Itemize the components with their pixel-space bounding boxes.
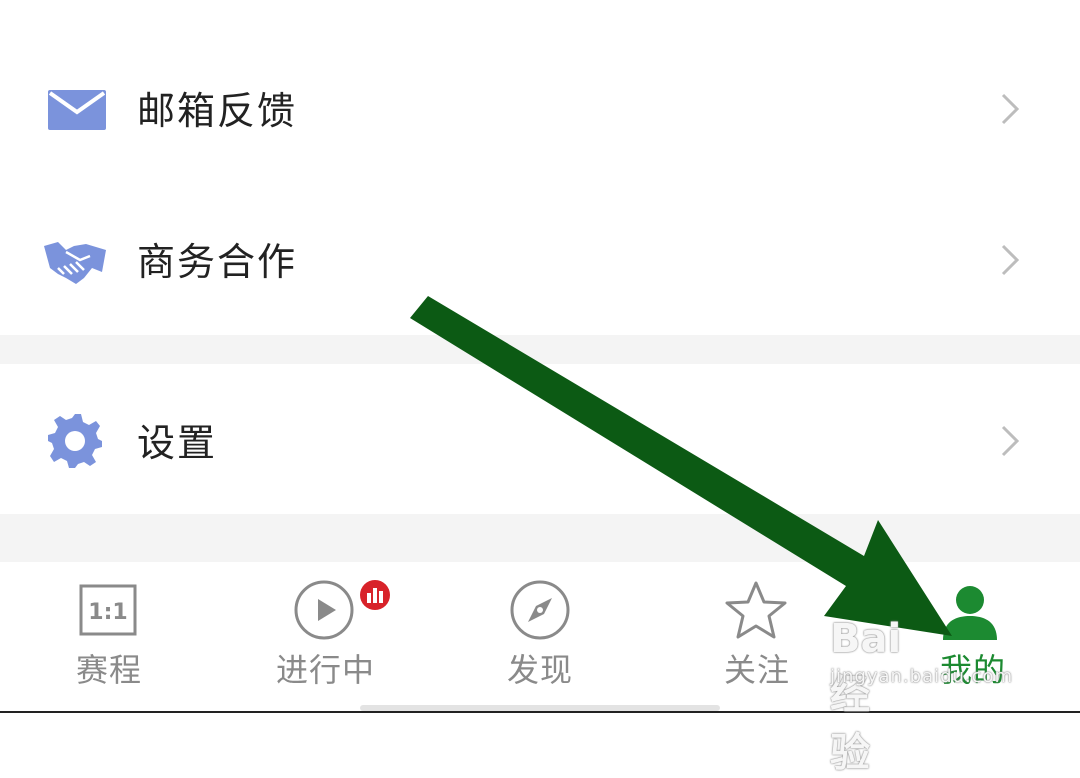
watermark-url: jingyan.baidu.com (830, 666, 1014, 687)
annotation-arrow (410, 296, 952, 636)
watermark-brand: Bai 经验 (830, 616, 902, 776)
